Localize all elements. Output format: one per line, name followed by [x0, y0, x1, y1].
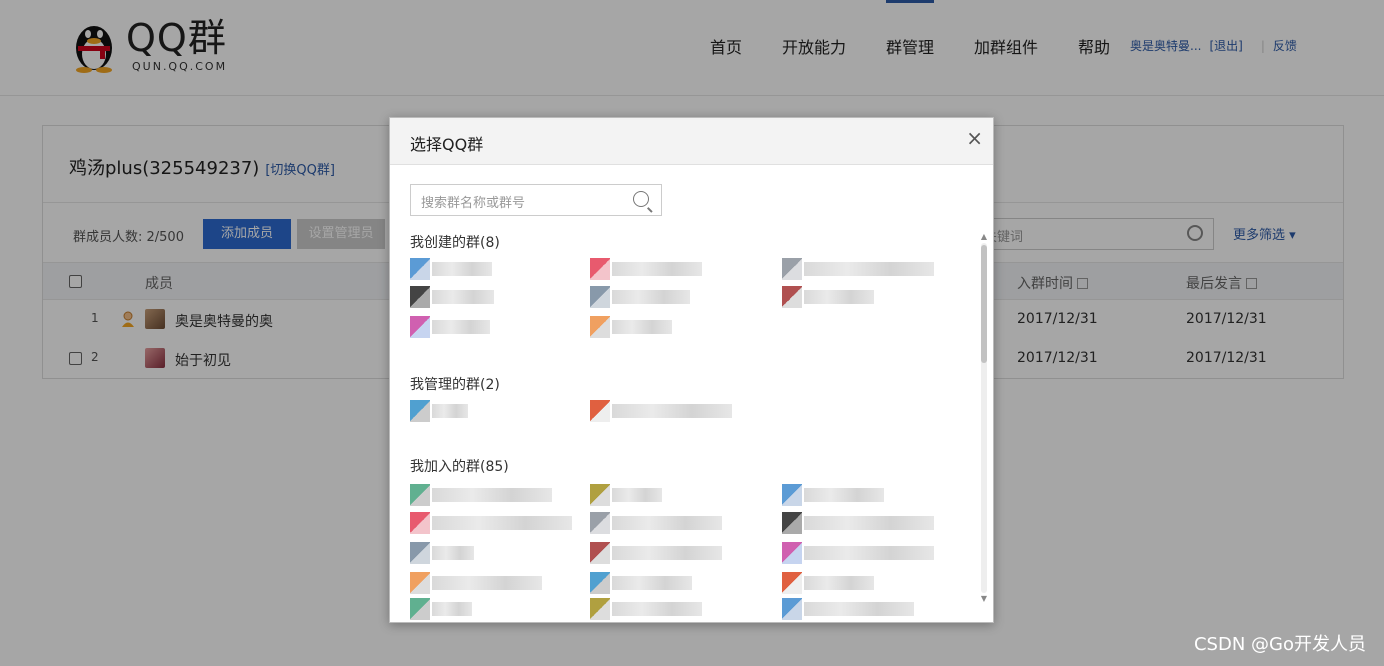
- group-name-blurred: [612, 516, 722, 530]
- group-name-blurred: [432, 404, 468, 418]
- group-name-blurred: [612, 262, 702, 276]
- group-item[interactable]: [410, 598, 480, 620]
- group-name-blurred: [804, 576, 874, 590]
- section-managed: 我管理的群(2): [410, 377, 500, 393]
- group-name-blurred: [804, 546, 934, 560]
- scroll-up-icon[interactable]: ▲: [979, 233, 989, 241]
- group-name-blurred: [432, 320, 490, 334]
- group-avatar: [410, 286, 430, 308]
- group-item[interactable]: [410, 286, 502, 308]
- group-name-blurred: [432, 262, 492, 276]
- modal-title: 选择QQ群: [410, 135, 484, 154]
- group-item[interactable]: [782, 542, 942, 564]
- group-avatar: [590, 512, 610, 534]
- group-item[interactable]: [410, 316, 498, 338]
- search-icon[interactable]: [633, 191, 649, 207]
- group-item[interactable]: [590, 542, 730, 564]
- group-avatar: [410, 572, 430, 594]
- group-name-blurred: [804, 602, 914, 616]
- group-item[interactable]: [590, 484, 670, 506]
- group-avatar: [590, 484, 610, 506]
- modal-scrollbar[interactable]: ▲ ▼: [978, 233, 988, 603]
- scroll-down-icon[interactable]: ▼: [979, 595, 989, 603]
- group-item[interactable]: [410, 572, 550, 594]
- group-avatar: [782, 484, 802, 506]
- group-name-blurred: [804, 290, 874, 304]
- group-avatar: [410, 258, 430, 280]
- group-name-blurred: [612, 320, 672, 334]
- group-item[interactable]: [782, 484, 892, 506]
- group-avatar: [782, 286, 802, 308]
- group-avatar: [590, 572, 610, 594]
- group-name-blurred: [612, 602, 702, 616]
- group-item[interactable]: [590, 512, 730, 534]
- group-item[interactable]: [782, 572, 882, 594]
- group-avatar: [782, 258, 802, 280]
- group-name-blurred: [432, 602, 472, 616]
- group-name-blurred: [432, 516, 572, 530]
- group-item[interactable]: [782, 258, 942, 280]
- group-item[interactable]: [590, 400, 740, 422]
- group-name-blurred: [432, 290, 494, 304]
- group-name-blurred: [612, 290, 690, 304]
- group-name-blurred: [804, 516, 934, 530]
- group-item[interactable]: [410, 512, 580, 534]
- group-avatar: [782, 512, 802, 534]
- group-avatar: [590, 598, 610, 620]
- group-name-blurred: [612, 546, 722, 560]
- group-avatar: [410, 598, 430, 620]
- close-icon[interactable]: ×: [966, 128, 983, 148]
- search-placeholder: 搜索群名称或群号: [421, 196, 526, 211]
- group-item[interactable]: [590, 598, 710, 620]
- modal-header: 选择QQ群 ×: [390, 118, 993, 165]
- group-name-blurred: [612, 404, 732, 418]
- group-avatar: [590, 286, 610, 308]
- group-name-blurred: [804, 488, 884, 502]
- group-item[interactable]: [590, 316, 680, 338]
- group-search-input[interactable]: 搜索群名称或群号: [410, 184, 662, 216]
- group-avatar: [410, 512, 430, 534]
- watermark: CSDN @Go开发人员: [1193, 634, 1366, 655]
- group-item[interactable]: [590, 286, 698, 308]
- group-item[interactable]: [782, 512, 942, 534]
- group-avatar: [410, 400, 430, 422]
- group-avatar: [590, 258, 610, 280]
- group-avatar: [590, 400, 610, 422]
- group-avatar: [782, 542, 802, 564]
- group-item[interactable]: [410, 542, 482, 564]
- group-avatar: [590, 316, 610, 338]
- section-created: 我创建的群(8): [410, 235, 500, 251]
- group-name-blurred: [612, 576, 692, 590]
- group-name-blurred: [432, 546, 474, 560]
- scroll-thumb[interactable]: [981, 245, 987, 363]
- group-avatar: [590, 542, 610, 564]
- group-avatar: [410, 542, 430, 564]
- group-name-blurred: [804, 262, 934, 276]
- group-name-blurred: [432, 576, 542, 590]
- group-item[interactable]: [410, 484, 560, 506]
- group-name-blurred: [612, 488, 662, 502]
- group-item[interactable]: [590, 572, 700, 594]
- select-group-modal: 选择QQ群 × 搜索群名称或群号 我创建的群(8) 我管理的群(2) 我加入的群…: [389, 117, 994, 623]
- group-item[interactable]: [590, 258, 710, 280]
- group-item[interactable]: [410, 258, 500, 280]
- group-name-blurred: [432, 488, 552, 502]
- group-item[interactable]: [782, 286, 882, 308]
- group-item[interactable]: [410, 400, 476, 422]
- section-joined: 我加入的群(85): [410, 459, 509, 475]
- group-avatar: [410, 316, 430, 338]
- group-avatar: [782, 572, 802, 594]
- group-item[interactable]: [782, 598, 922, 620]
- group-avatar: [410, 484, 430, 506]
- group-avatar: [782, 598, 802, 620]
